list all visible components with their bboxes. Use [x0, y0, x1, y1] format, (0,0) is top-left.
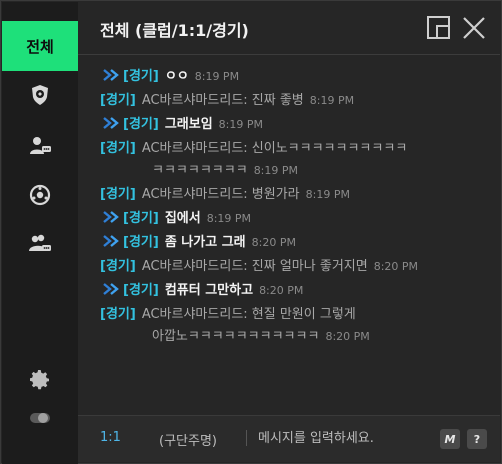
sender-name[interactable]: AC바르샤마드리드 — [142, 256, 243, 278]
chat-message-row: [경기] AC바르샤마드리드 : 진짜 좋병 8:19 PM — [100, 90, 500, 112]
chat-message-row: [경기] ㅇㅇ 8:19 PM — [100, 66, 500, 88]
close-icon[interactable] — [461, 15, 487, 41]
macro-button[interactable]: M — [440, 429, 460, 449]
message-continuation: ㅋㅋㅋㅋㅋㅋㅋㅋ 8:19 PM — [100, 160, 500, 182]
divider — [246, 430, 247, 446]
channel-tag: [경기] — [123, 235, 159, 250]
message-text: 좀 나가고 그래 — [164, 235, 246, 250]
message-time: 8:19 PM — [253, 164, 299, 177]
group-chat-icon[interactable] — [26, 230, 54, 258]
chat-message: [경기] AC바르샤마드리드 : 진짜 얼마나 좋거지면 8:20 PM — [100, 256, 500, 278]
chat-message-row: [경기] AC바르샤마드리드 : 진짜 얼마나 좋거지면 8:20 PM — [100, 256, 500, 278]
sender-name[interactable]: AC바르샤마드리드 — [142, 138, 243, 160]
outgoing-chevron-icon — [102, 116, 122, 130]
message-time: 8:19 PM — [305, 188, 350, 201]
message-text: 집에서 — [164, 211, 201, 226]
channel-tag: [경기] — [123, 211, 159, 226]
message-text-continued: ㅋㅋㅋㅋㅋㅋㅋㅋ — [152, 163, 248, 178]
chat-window: 전체 전체 (클럽/1:1/경기) [경기] ㅇㅇ 8:19 PM [경기] AC바르샤… — [0, 0, 502, 464]
toggle-icon[interactable] — [26, 404, 54, 432]
message-text: : 진짜 얼마나 좋거지면 — [243, 259, 368, 274]
channel-tag: [경기] — [123, 69, 159, 84]
chat-message: [경기] AC바르샤마드리드 : 병원가라 8:19 PM — [100, 184, 500, 206]
chat-message: [경기] AC바르샤마드리드 : 신이노ㅋㅋㅋㅋㅋㅋㅋㅋㅋㅋㅋㅋㅋㅋㅋㅋㅋㅋ 8:1… — [100, 138, 500, 182]
sender-name[interactable]: AC바르샤마드리드 — [142, 184, 243, 206]
message-time: 8:19 PM — [194, 70, 240, 83]
ball-icon[interactable] — [26, 181, 54, 209]
chat-message-row: [경기] 컴퓨터 그만하고 8:20 PM — [100, 280, 500, 302]
outgoing-chevron-icon — [102, 210, 122, 224]
message-text: 그래보임 — [164, 117, 213, 132]
chat-message-row: [경기] 집에서 8:19 PM — [100, 208, 500, 230]
channel-tag: [경기] — [100, 259, 136, 274]
chat-message: [경기] 컴퓨터 그만하고 8:20 PM — [100, 280, 500, 302]
message-time: 8:20 PM — [259, 284, 304, 297]
header: 전체 (클럽/1:1/경기) — [78, 2, 500, 55]
window-title: 전체 (클럽/1:1/경기) — [100, 21, 249, 40]
chat-message: [경기] 좀 나가고 그래 8:20 PM — [100, 232, 500, 254]
message-time: 8:19 PM — [309, 94, 355, 107]
chat-message-row: [경기] AC바르샤마드리드 : 신이노ㅋㅋㅋㅋㅋㅋㅋㅋㅋㅋ — [100, 138, 500, 160]
sender-name[interactable]: AC바르샤마드리드 — [142, 304, 243, 326]
sidebar: 전체 — [2, 2, 78, 464]
club-shield-icon[interactable] — [26, 81, 54, 109]
message-time: 8:19 PM — [218, 118, 263, 131]
outgoing-chevron-icon — [102, 234, 122, 248]
channel-tag: [경기] — [100, 141, 136, 156]
chat-message: [경기] AC바르샤마드리드 : 현질 만원이 그렇게아깝노ㅋㅋㅋㅋㅋㅋㅋㅋㅋㅋㅋ… — [100, 304, 500, 348]
message-time: 8:20 PM — [325, 330, 370, 343]
message-text-continued: 아깝노ㅋㅋㅋㅋㅋㅋㅋㅋㅋㅋㅋ — [152, 329, 320, 344]
message-text: : 진짜 좋병 — [243, 93, 304, 108]
chat-message-row: [경기] AC바르샤마드리드 : 병원가라 8:19 PM — [100, 184, 500, 206]
message-time: 8:19 PM — [206, 212, 252, 225]
help-button[interactable]: ? — [467, 429, 487, 449]
popout-icon[interactable] — [426, 15, 452, 41]
channel-tag: [경기] — [100, 93, 136, 108]
channel-tag: [경기] — [123, 283, 159, 298]
message-list: [경기] ㅇㅇ 8:19 PM [경기] AC바르샤마드리드 : 진짜 좋병 8:19 P… — [78, 55, 500, 416]
outgoing-chevron-icon — [102, 282, 122, 296]
settings-gear-icon[interactable] — [26, 366, 54, 394]
message-text: : 신이노ㅋㅋㅋㅋㅋㅋㅋㅋㅋㅋ — [243, 141, 408, 156]
message-input[interactable] — [258, 425, 428, 451]
friend-chat-icon[interactable] — [26, 132, 54, 160]
message-continuation: 아깝노ㅋㅋㅋㅋㅋㅋㅋㅋㅋㅋㅋ 8:20 PM — [100, 326, 500, 348]
chat-mode-selector[interactable]: 1:1 — [100, 430, 121, 445]
message-text: : 병원가라 — [243, 187, 300, 202]
message-time: 8:20 PM — [373, 260, 419, 273]
chat-message-row: [경기] 좀 나가고 그래 8:20 PM — [100, 232, 500, 254]
chat-message: [경기] ㅇㅇ 8:19 PM — [100, 66, 500, 88]
message-time: 8:20 PM — [251, 236, 296, 249]
chat-message: [경기] 집에서 8:19 PM — [100, 208, 500, 230]
chat-message-row: [경기] 그래보임 8:19 PM — [100, 114, 500, 136]
channel-tag: [경기] — [100, 187, 136, 202]
channel-tag: [경기] — [123, 117, 159, 132]
sender-name[interactable]: AC바르샤마드리드 — [142, 90, 243, 112]
chat-message: [경기] AC바르샤마드리드 : 진짜 좋병 8:19 PM — [100, 90, 500, 112]
chat-message: [경기] 그래보임 8:19 PM — [100, 114, 500, 136]
message-text: ㅇㅇ — [164, 69, 189, 84]
chat-target-label[interactable]: (구단주명) — [159, 430, 217, 449]
sidebar-all-tab[interactable]: 전체 — [2, 21, 78, 71]
message-text: 컴퓨터 그만하고 — [164, 283, 254, 298]
outgoing-chevron-icon — [102, 68, 122, 82]
message-text: : 현질 만원이 그렇게 — [243, 307, 356, 322]
input-bar: 1:1 (구단주명) M ? — [78, 415, 500, 462]
channel-tag: [경기] — [100, 307, 136, 322]
chat-message-row: [경기] AC바르샤마드리드 : 현질 만원이 그렇게 — [100, 304, 500, 326]
